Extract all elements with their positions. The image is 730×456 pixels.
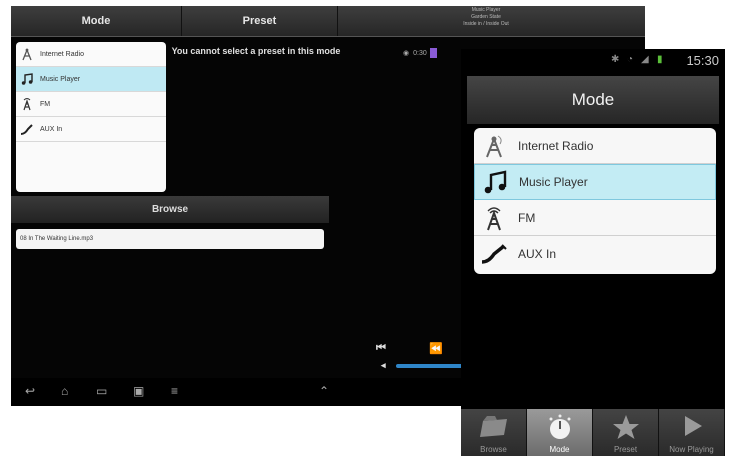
mode-item-music-player[interactable]: Music Player xyxy=(16,67,166,92)
phone-status-bar: ✱ ◔ ◢ ▮ 15:30 xyxy=(461,49,725,73)
play-icon xyxy=(684,416,702,436)
preset-unavailable-message: You cannot select a preset in this mode xyxy=(171,46,341,56)
tab-now-playing[interactable]: Now Playing xyxy=(659,409,725,456)
aux-cable-icon xyxy=(481,244,507,264)
battery-icon: ▮ xyxy=(657,54,663,65)
fm-antenna-icon xyxy=(23,98,31,111)
chevron-up-icon[interactable]: ⌃ xyxy=(319,384,329,398)
tab-browse[interactable]: Browse xyxy=(461,409,527,456)
skip-previous-button[interactable]: ⏮ xyxy=(376,342,386,355)
signal-icon: ◢ xyxy=(641,54,649,65)
folder-icon xyxy=(479,416,507,437)
page-title: Mode xyxy=(467,76,719,124)
mode-item-label: Internet Radio xyxy=(518,138,594,153)
screenshot-icon[interactable]: ▣ xyxy=(133,384,144,398)
star-icon xyxy=(612,415,639,439)
phone-screen: ✱ ◔ ◢ ▮ 15:30 Mode Internet Radio Music … xyxy=(461,49,725,456)
aux-cable-icon xyxy=(20,124,33,135)
mode-item-internet-radio[interactable]: Internet Radio xyxy=(16,42,166,67)
music-note-icon xyxy=(21,73,33,85)
mode-item-internet-radio[interactable]: Internet Radio xyxy=(474,128,716,164)
mode-item-aux-in[interactable]: AUX In xyxy=(16,117,166,142)
phone-mode-list: Internet Radio Music Player FM AUX In xyxy=(474,128,716,274)
volume-time: 0:30 xyxy=(413,49,427,57)
volume-slider-thumb[interactable] xyxy=(429,48,437,58)
back-icon[interactable]: ↩ xyxy=(25,384,35,398)
bluetooth-icon: ✱ xyxy=(611,54,620,65)
tab-label: Preset xyxy=(613,445,638,454)
fm-antenna-icon xyxy=(487,206,501,230)
now-playing-source: Music Player xyxy=(471,7,501,13)
rewind-button[interactable]: ⏪ xyxy=(429,342,443,355)
tab-label: Mode xyxy=(549,445,570,454)
mode-item-music-player[interactable]: Music Player xyxy=(474,164,716,200)
tab-label: Browse xyxy=(480,445,507,454)
volume-icon: ◉ xyxy=(403,50,410,57)
mode-dial-icon xyxy=(549,414,570,439)
tab-mode[interactable]: Mode xyxy=(527,409,593,456)
mode-item-fm[interactable]: FM xyxy=(16,92,166,117)
mode-item-label: AUX In xyxy=(518,247,557,261)
music-note-icon xyxy=(484,170,507,194)
home-icon[interactable]: ⌂ xyxy=(61,384,68,398)
mode-item-label: Internet Radio xyxy=(40,50,84,58)
wifi-icon: ◔ xyxy=(627,54,634,65)
mode-item-label: AUX In xyxy=(40,125,63,133)
mode-item-label: Music Player xyxy=(519,175,588,189)
radio-tower-icon xyxy=(486,135,502,157)
mode-item-fm[interactable]: FM xyxy=(474,200,716,236)
tab-preset[interactable]: Preset xyxy=(182,6,338,36)
radio-tower-icon xyxy=(22,48,32,61)
now-playing-artist: Inside in / Inside Out xyxy=(463,21,509,27)
menu-icon[interactable]: ≡ xyxy=(171,384,178,398)
phone-bottom-tabs: Browse Mode Preset Now Playing xyxy=(461,409,725,456)
now-playing-title: Garden State xyxy=(471,14,501,20)
browse-header: Browse xyxy=(11,196,329,223)
browse-file-item[interactable]: 08 In The Waiting Line.mp3 xyxy=(16,229,324,249)
status-time: 15:30 xyxy=(686,53,719,68)
tablet-mode-list: Internet Radio Music Player FM AUX In xyxy=(16,42,166,192)
tab-mode[interactable]: Mode xyxy=(11,6,182,36)
mode-item-label: Music Player xyxy=(40,75,81,83)
mode-item-label: FM xyxy=(40,100,51,108)
recent-apps-icon[interactable]: ▭ xyxy=(96,384,107,398)
tab-label: Now Playing xyxy=(669,445,714,454)
now-playing-info: Music Player Garden State Inside in / In… xyxy=(331,7,641,28)
mode-item-label: FM xyxy=(518,210,536,225)
tab-preset[interactable]: Preset xyxy=(593,409,659,456)
tablet-tab-bar: Mode Preset Music Player Garden State In… xyxy=(11,6,645,37)
volume-down-icon[interactable]: ◂ xyxy=(381,360,386,371)
volume-row: ◉ 0:30 xyxy=(403,48,440,58)
mode-item-aux-in[interactable]: AUX In xyxy=(474,236,716,272)
